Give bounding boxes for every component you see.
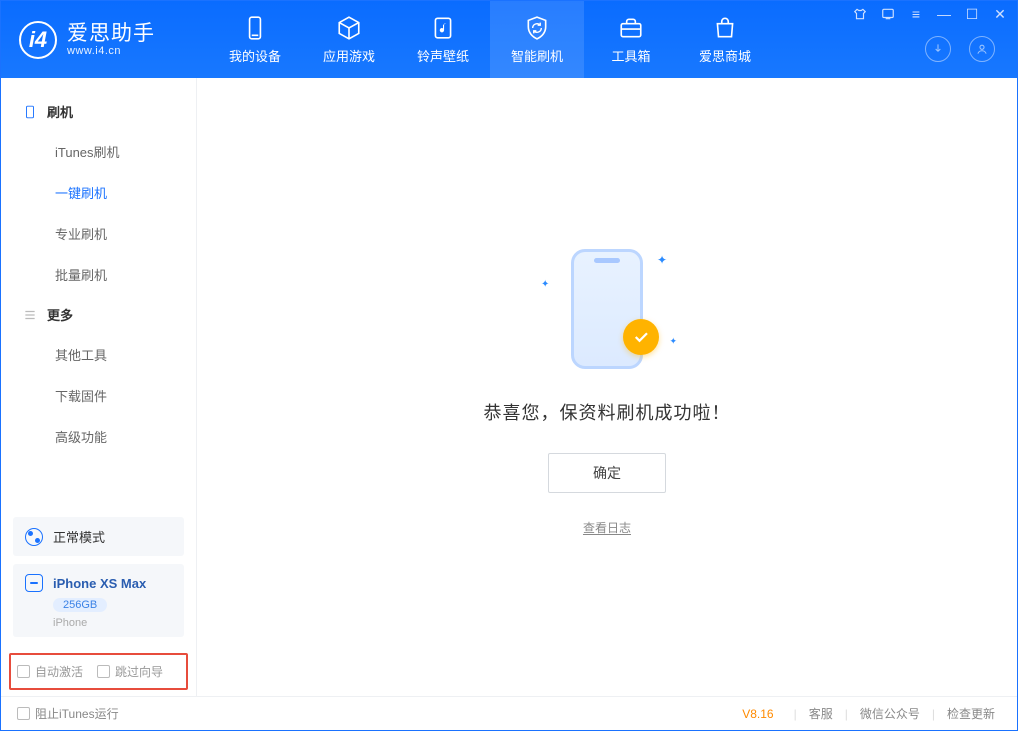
app-window: i4 爱思助手 www.i4.cn 我的设备 应用游戏 铃声壁纸 智能刷机 [0, 0, 1018, 731]
checkbox-icon [17, 707, 30, 720]
sidebar-item-other-tools[interactable]: 其他工具 [1, 334, 196, 375]
device-type: iPhone [53, 617, 87, 629]
toolbox-icon [617, 14, 645, 42]
version-label: V8.16 [742, 707, 773, 721]
checkbox-auto-activate[interactable]: 自动激活 [17, 663, 83, 680]
sidebar-section-flash: 刷机 [1, 92, 196, 131]
check-badge-icon [623, 319, 659, 355]
device-mode-status[interactable]: 正常模式 [13, 517, 184, 556]
header: i4 爱思助手 www.i4.cn 我的设备 应用游戏 铃声壁纸 智能刷机 [1, 1, 1017, 78]
checkbox-label: 阻止iTunes运行 [35, 705, 119, 722]
device-icon [241, 14, 269, 42]
device-name: iPhone XS Max [53, 576, 146, 591]
checkbox-label: 跳过向导 [115, 663, 163, 680]
app-subtitle: www.i4.cn [67, 45, 155, 57]
nav-label: 工具箱 [611, 46, 650, 65]
checkbox-icon [17, 665, 30, 678]
window-controls: ≡ ― ☐ ✕ [851, 5, 1009, 23]
sidebar: 刷机 iTunes刷机 一键刷机 专业刷机 批量刷机 更多 其他工具 下载固件 … [1, 78, 197, 696]
nav-apps-games[interactable]: 应用游戏 [302, 1, 396, 78]
sparkle-icon: ✦ [657, 253, 667, 267]
footer-link-update[interactable]: 检查更新 [941, 705, 1001, 722]
minimize-button[interactable]: ― [935, 5, 953, 23]
cube-icon [335, 14, 363, 42]
user-icon[interactable] [969, 36, 995, 62]
body: 刷机 iTunes刷机 一键刷机 专业刷机 批量刷机 更多 其他工具 下载固件 … [1, 78, 1017, 696]
shopping-bag-icon [711, 14, 739, 42]
main-panel: ✦ ✦ ✦ 恭喜您，保资料刷机成功啦！ 确定 查看日志 [197, 78, 1017, 696]
checkbox-skip-guide[interactable]: 跳过向导 [97, 663, 163, 680]
logo-block: i4 爱思助手 www.i4.cn [1, 1, 208, 78]
close-button[interactable]: ✕ [991, 5, 1009, 23]
nav-label: 爱思商城 [699, 46, 751, 65]
ok-button[interactable]: 确定 [548, 453, 666, 493]
nav-label: 应用游戏 [323, 46, 375, 65]
mode-label: 正常模式 [53, 527, 105, 546]
nav-store[interactable]: 爱思商城 [678, 1, 772, 78]
nav-my-device[interactable]: 我的设备 [208, 1, 302, 78]
nav-ringtones[interactable]: 铃声壁纸 [396, 1, 490, 78]
shield-refresh-icon [523, 14, 551, 42]
section-title: 刷机 [47, 102, 73, 121]
logo-icon: i4 [19, 21, 57, 59]
feedback-icon[interactable] [879, 5, 897, 23]
menu-icon[interactable]: ≡ [907, 5, 925, 23]
music-file-icon [429, 14, 457, 42]
top-nav: 我的设备 应用游戏 铃声壁纸 智能刷机 工具箱 爱思商城 [208, 1, 772, 78]
view-log-link[interactable]: 查看日志 [583, 519, 631, 536]
app-title: 爱思助手 [67, 22, 155, 45]
list-icon [23, 308, 37, 322]
skin-icon[interactable] [851, 5, 869, 23]
sidebar-item-advanced[interactable]: 高级功能 [1, 416, 196, 457]
sidebar-item-download-firmware[interactable]: 下载固件 [1, 375, 196, 416]
device-capacity: 256GB [53, 598, 107, 612]
footer-link-support[interactable]: 客服 [803, 705, 839, 722]
phone-outline-icon [23, 105, 37, 119]
checkbox-icon [97, 665, 110, 678]
header-action-icons [925, 36, 995, 62]
mode-icon [25, 528, 43, 546]
success-message: 恭喜您，保资料刷机成功啦！ [484, 399, 731, 425]
sidebar-item-pro-flash[interactable]: 专业刷机 [1, 213, 196, 254]
sidebar-item-batch-flash[interactable]: 批量刷机 [1, 254, 196, 295]
sparkle-icon: ✦ [669, 336, 677, 347]
flash-options-box: 自动激活 跳过向导 [9, 653, 188, 690]
section-title: 更多 [47, 305, 73, 324]
sidebar-item-itunes-flash[interactable]: iTunes刷机 [1, 131, 196, 172]
maximize-button[interactable]: ☐ [963, 5, 981, 23]
sparkle-icon: ✦ [541, 279, 549, 290]
nav-label: 我的设备 [229, 46, 281, 65]
sidebar-section-more: 更多 [1, 295, 196, 334]
download-icon[interactable] [925, 36, 951, 62]
sidebar-item-oneclick-flash[interactable]: 一键刷机 [1, 172, 196, 213]
nav-label: 智能刷机 [511, 46, 563, 65]
footer-link-wechat[interactable]: 微信公众号 [854, 705, 926, 722]
footer: 阻止iTunes运行 V8.16 | 客服 | 微信公众号 | 检查更新 [1, 696, 1017, 730]
nav-label: 铃声壁纸 [417, 46, 469, 65]
nav-toolbox[interactable]: 工具箱 [584, 1, 678, 78]
success-illustration: ✦ ✦ ✦ [537, 239, 677, 379]
checkbox-block-itunes[interactable]: 阻止iTunes运行 [17, 705, 119, 722]
checkbox-label: 自动激活 [35, 663, 83, 680]
nav-smart-flash[interactable]: 智能刷机 [490, 1, 584, 78]
device-card[interactable]: iPhone XS Max 256GB iPhone [13, 564, 184, 637]
device-small-icon [25, 574, 43, 592]
